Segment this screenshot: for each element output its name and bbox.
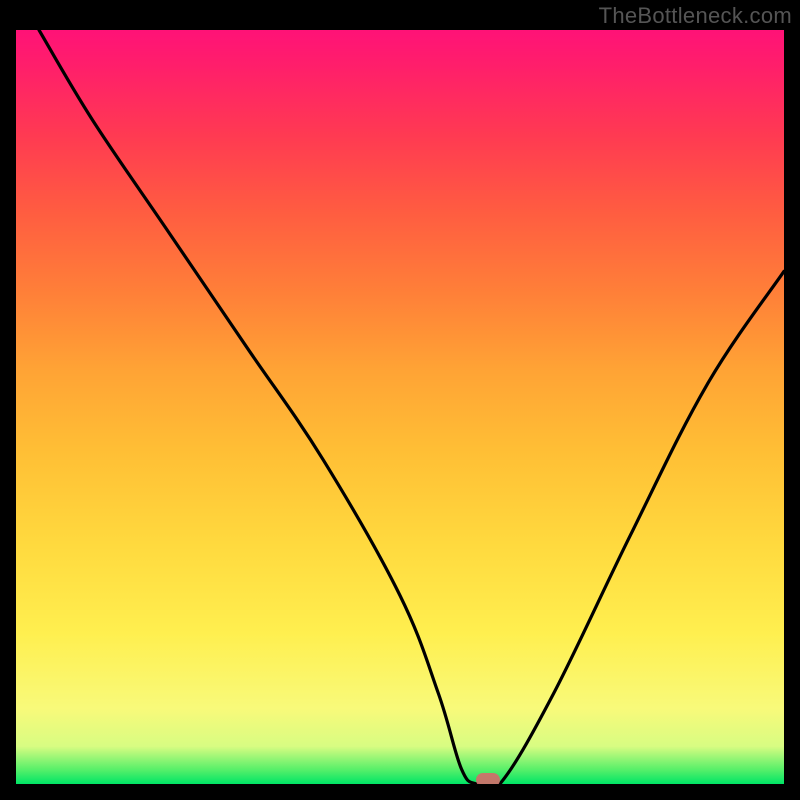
bottleneck-curve <box>16 30 784 784</box>
chart-frame: TheBottleneck.com <box>0 0 800 800</box>
plot-area <box>16 30 784 784</box>
watermark-text: TheBottleneck.com <box>599 3 792 29</box>
optimum-marker <box>476 773 500 784</box>
